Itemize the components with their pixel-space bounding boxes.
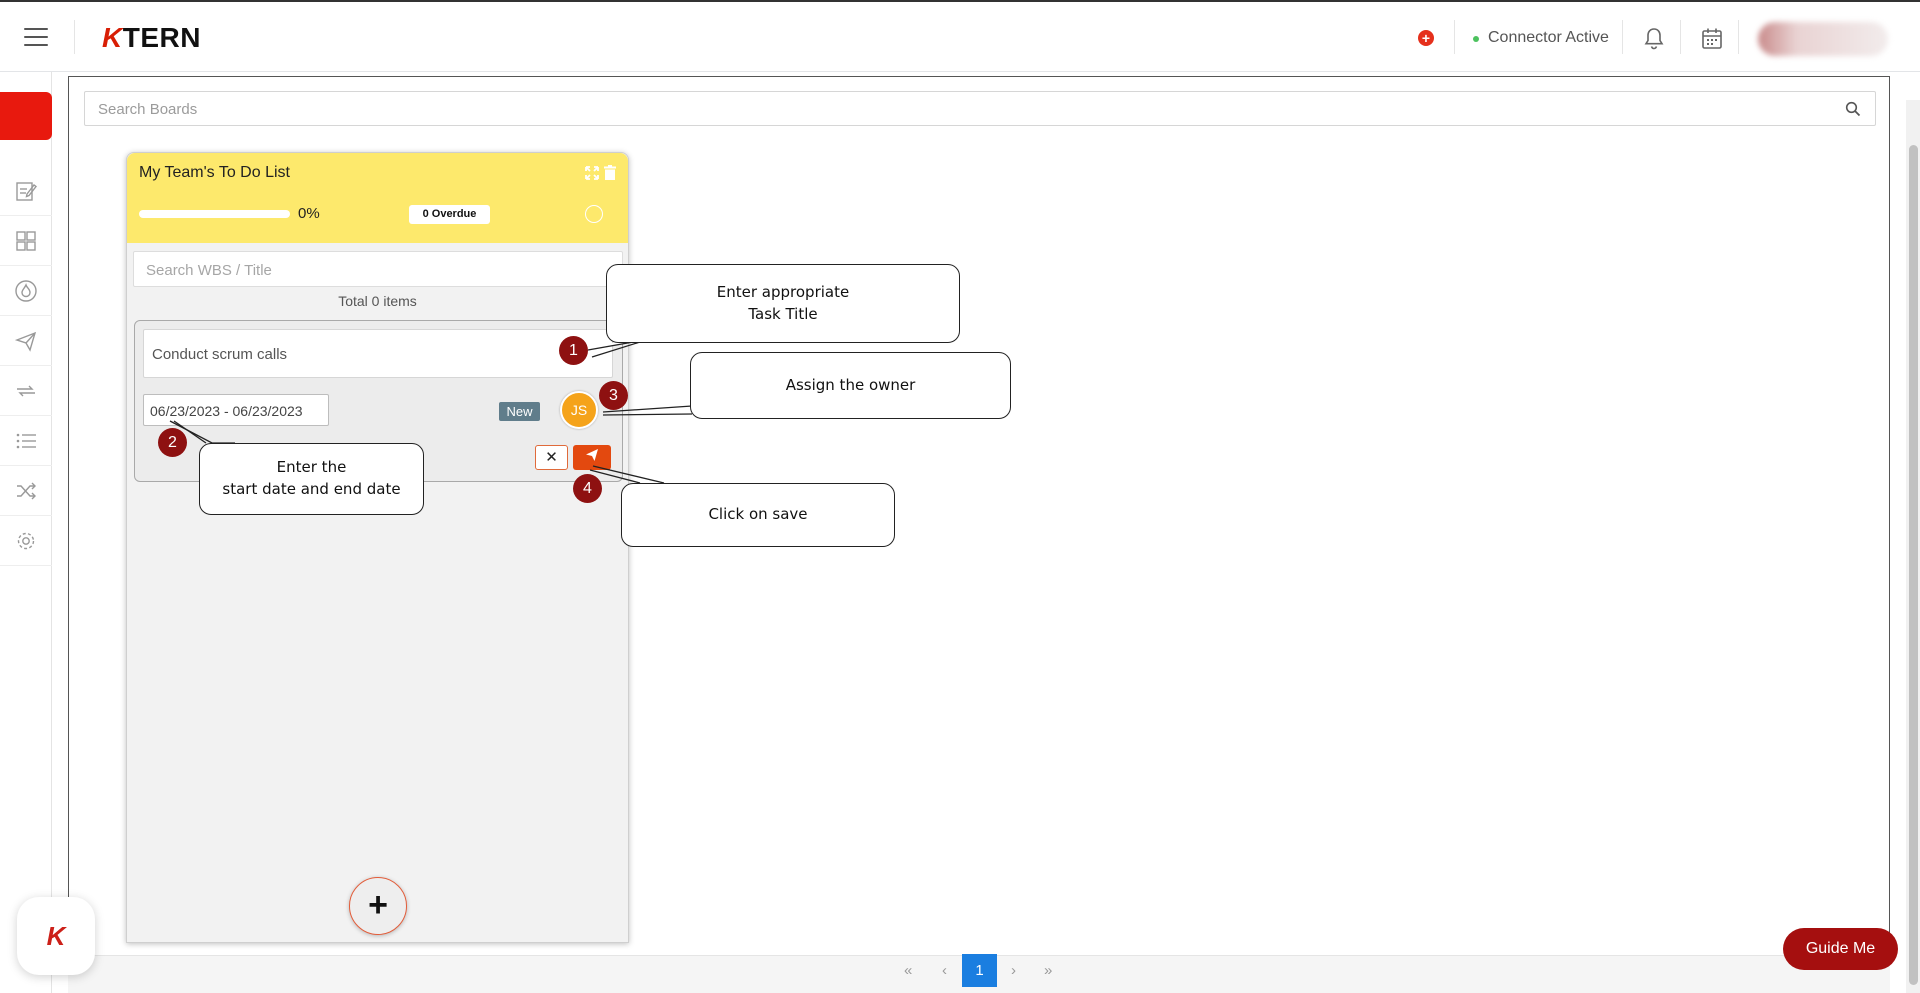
annotation-marker-2: 2 <box>158 428 187 457</box>
annotation-callout-1: Enter appropriate Task Title <box>606 264 960 343</box>
annotation-marker-4: 4 <box>573 474 602 503</box>
annotation-callout-2: Enter the start date and end date <box>199 443 424 515</box>
annotation-marker-1: 1 <box>559 336 588 365</box>
annotation-callout-3: Assign the owner <box>690 352 1011 419</box>
annotation-marker-3: 3 <box>599 381 628 410</box>
annotation-callout-4: Click on save <box>621 483 895 547</box>
